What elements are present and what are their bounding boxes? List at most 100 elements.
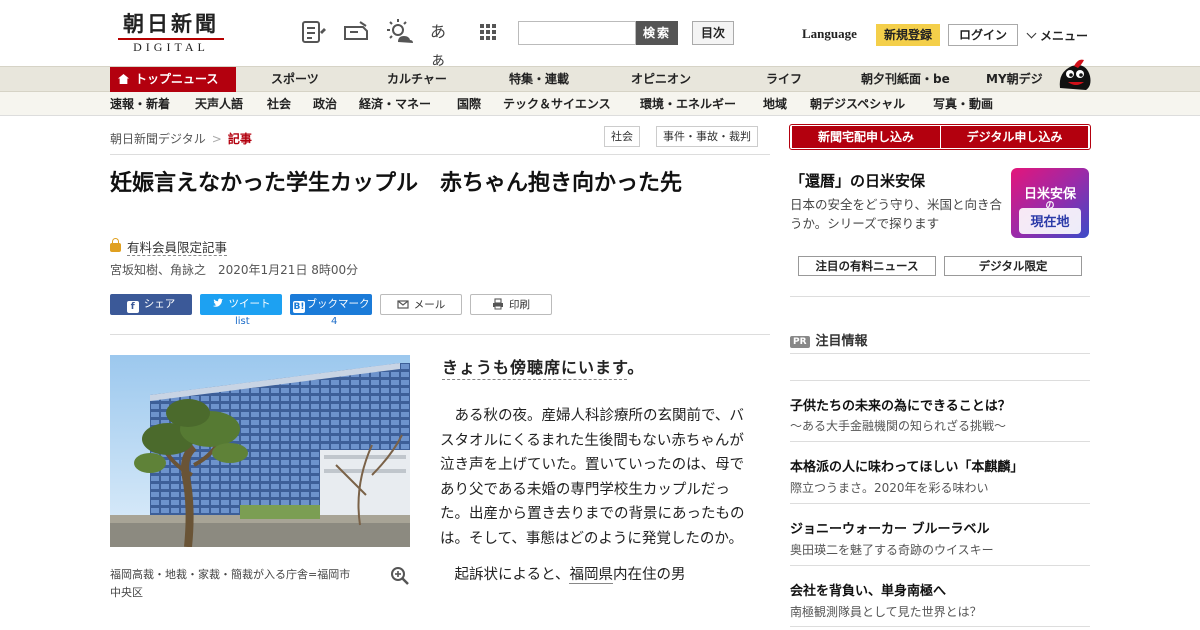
paid-member-label[interactable]: 有料会員限定記事 [110,237,228,256]
feature-image-particle: の [1045,201,1055,211]
pr-item-subtitle[interactable]: 南極観測隊員として見た世界とは？ [790,603,982,620]
facebook-icon: f [126,301,139,313]
divider [790,296,1090,297]
breadcrumb-current: 記事 [227,132,252,146]
prefecture-link[interactable]: 福岡県 [569,567,613,584]
ticket-icon[interactable] [342,18,370,46]
divider [790,626,1090,627]
menu-label: メニュー [1040,29,1089,43]
nav2-economy[interactable]: 経済・マネー [359,92,431,116]
pr-section-heading: PR 注目情報 [790,330,868,349]
divider [110,154,770,155]
divider [790,565,1090,566]
pr-item-title[interactable]: 会社を背負い、単身南極へ [790,580,946,599]
divider [790,503,1090,504]
divider [790,380,1090,381]
nav2-environment[interactable]: 環境・エネルギー [640,92,736,116]
feature-image-title: 日米安保 [1023,187,1076,202]
nav2-society[interactable]: 社会 [267,92,291,116]
mail-icon [397,300,409,309]
facebook-share-button[interactable]: f シェア [110,294,192,315]
newspaper-subscribe-button[interactable]: 新聞宅配申し込み [792,126,940,148]
search-input[interactable] [518,21,636,45]
divider [790,441,1090,442]
article-byline: 宮坂知樹、角詠之 2020年1月21日 8時00分 [110,263,359,277]
paragraph: 起訴状によると、福岡県内在住の男 [454,567,686,584]
nav-paper[interactable]: 朝夕刊紙面・be [861,67,950,92]
nav-top-news[interactable]: トップニュース [110,67,236,92]
twitter-share-button[interactable]: ツイート [200,294,282,315]
mascot-icon[interactable] [1056,58,1092,92]
breadcrumb-home[interactable]: 朝日新聞デジタル [110,132,206,146]
nav2-tech[interactable]: テック＆サイエンス [503,92,611,116]
article-list-icon[interactable] [300,18,328,46]
article-body: ある秋の夜。産婦人科診療所の玄関前で、バスタオルにくるまれた生後間もない赤ちゃん… [440,404,750,600]
language-link[interactable]: Language [802,26,857,42]
pr-item-subtitle[interactable]: 奥田瑛二を魅了する奇跡のウイスキー [790,541,994,558]
zoom-icon[interactable] [390,566,410,586]
logo-english: DIGITAL [118,38,224,53]
nav-opinion[interactable]: オピニオン [631,67,691,92]
secondary-nav: 速報・新着 天声人語 社会 政治 経済・マネー 国際 テック＆サイエンス 環境・… [0,92,1200,116]
nav2-photo-video[interactable]: 写真・動画 [933,92,993,116]
primary-nav: トップニュース スポーツ カルチャー 特集・連載 オピニオン ライフ 朝夕刊紙面… [0,66,1200,92]
hatena-bookmark-button[interactable]: B! ブックマーク [290,294,372,315]
hatena-count-link[interactable]: 4 [331,316,337,327]
feature-image[interactable]: 日米安保 の 現在地 [1011,168,1089,238]
nav2-special[interactable]: 朝デジスペシャル [810,92,905,116]
divider [110,334,770,335]
nav-life[interactable]: ライフ [766,67,802,92]
series-lead[interactable]: きょうも傍聴席にいます。 [442,354,644,380]
article-headline: 妊娠言えなかった学生カップル 赤ちゃん抱き向かった先 [110,171,683,196]
nav-culture[interactable]: カルチャー [387,67,447,92]
pr-item-title[interactable]: 子供たちの未来の為にできることは？ [790,395,1011,414]
twitter-icon [212,298,223,307]
pr-item-title[interactable]: 本格派の人に味わってほしい「本麒麟」 [790,456,1023,475]
menu-button[interactable]: メニュー [1026,27,1089,44]
feature-description: 日本の安全をどう守り、米国と向き合うか。シリーズで探ります [790,197,1003,231]
feature-title[interactable]: 「還暦」の日米安保 [790,170,925,191]
breadcrumb-separator: > [211,132,222,146]
logo-japanese: 朝日新聞 [123,11,219,36]
feature-image-subtitle: 現在地 [1030,215,1070,230]
font-size-icon[interactable]: あぁ [430,18,458,69]
nav2-region[interactable]: 地域 [763,92,787,116]
chevron-down-icon [1026,28,1037,39]
paragraph: ある秋の夜。産婦人科診療所の玄関前で、バスタオルにくるまれた生後間もない赤ちゃん… [440,408,745,547]
print-button[interactable]: 印刷 [470,294,552,315]
digital-only-button[interactable]: デジタル限定 [944,256,1082,276]
search-button[interactable]: 検索 [636,21,678,45]
grid-menu-icon[interactable] [474,18,502,46]
lock-icon [110,238,121,252]
hatena-icon: B! [292,301,306,313]
nav2-politics[interactable]: 政治 [313,92,337,116]
pr-badge: PR [790,336,810,348]
pr-item-subtitle[interactable]: ～ある大手金融機関の知られざる挑戦～ [790,417,1006,434]
twitter-count-link[interactable]: list [235,316,250,327]
nav-features[interactable]: 特集・連載 [509,67,569,92]
nav2-tenseijingo[interactable]: 天声人語 [195,92,243,116]
nav2-breaking[interactable]: 速報・新着 [110,92,170,116]
print-icon [493,298,503,310]
site-header: 朝日新聞 DIGITAL あぁ 検索 目次 Language 新規登録 ログイン… [0,0,1200,69]
weather-icon[interactable] [386,18,414,46]
nav-sports[interactable]: スポーツ [271,67,319,92]
tag-incident[interactable]: 事件・事故・裁判 [656,126,758,147]
home-icon [118,74,129,84]
paid-news-button[interactable]: 注目の有料ニュース [798,256,936,276]
mail-share-button[interactable]: メール [380,294,462,315]
divider [790,353,1090,354]
login-button[interactable]: ログイン [948,24,1018,46]
tag-society[interactable]: 社会 [604,126,640,147]
toc-button[interactable]: 目次 [692,21,734,45]
photo-caption: 福岡高裁・地裁・家裁・簡裁が入る庁舎=福岡市中央区 [110,568,351,599]
pr-item-title[interactable]: ジョニーウォーカー ブルーラベル [790,518,990,537]
pr-item-subtitle[interactable]: 際立つうまさ。2020年を彩る味わい [790,479,989,496]
site-logo[interactable]: 朝日新聞 DIGITAL [110,12,232,56]
digital-subscribe-button[interactable]: デジタル申し込み [940,126,1088,148]
breadcrumb: 朝日新聞デジタル > 記事 [110,130,252,147]
register-button[interactable]: 新規登録 [876,24,940,46]
article-photo[interactable] [110,355,410,547]
nav2-international[interactable]: 国際 [457,92,481,116]
nav-my-asadigi[interactable]: MY朝デジ [986,67,1043,92]
